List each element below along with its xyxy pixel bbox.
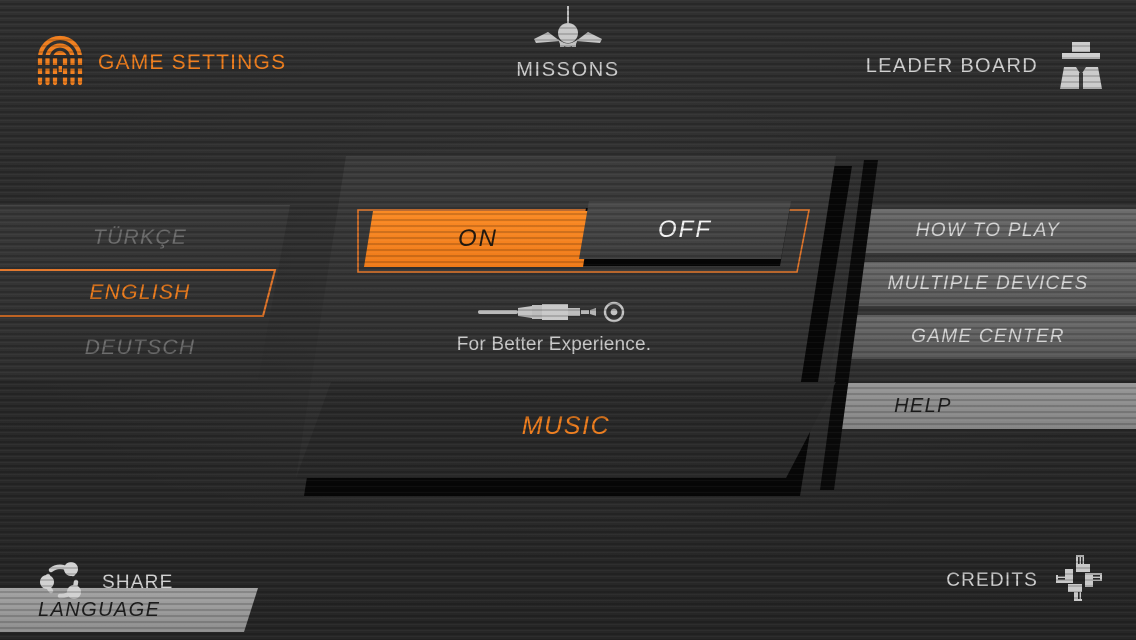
game-settings-screen: GAME SETTINGS MISSONS LEADER BOARD TÜRKÇ… (0, 0, 1136, 640)
audio-jack-icon (476, 300, 636, 329)
help-option-multiple-devices[interactable]: MULTIPLE DEVICES (854, 262, 1136, 306)
help-panel-header[interactable]: HELP (836, 383, 1136, 429)
music-caption: For Better Experience. (456, 334, 652, 355)
spy-agent-icon (1054, 36, 1108, 97)
help-option-label: HOW TO PLAY (915, 220, 1061, 241)
help-option-how-to-play[interactable]: HOW TO PLAY (862, 209, 1136, 253)
language-selection-frame (0, 267, 278, 317)
missions-label: MISSONS (516, 59, 620, 81)
credits-nav-item[interactable]: CREDITS (946, 553, 1104, 608)
help-header-label: HELP (894, 394, 952, 417)
music-panel-title: MUSIC (521, 412, 611, 440)
teamwork-hands-icon (1054, 553, 1104, 608)
leader-board-nav-item[interactable]: LEADER BOARD (866, 36, 1108, 97)
music-panel: ON OFF For Better Experience. MUSIC (296, 156, 852, 496)
music-on-label: ON (458, 225, 498, 252)
airplane-icon (522, 6, 614, 57)
language-panel: TÜRKÇE ENGLISH DEUTSCH LANGUAGE (0, 205, 290, 632)
help-panel: HOW TO PLAY MULTIPLE DEVICES GAME CENTER… (828, 205, 1136, 429)
language-option-deutsch[interactable]: DEUTSCH (0, 321, 290, 375)
language-option-label: TÜRKÇE (92, 226, 188, 249)
top-navigation-bar: GAME SETTINGS MISSONS LEADER BOARD (0, 0, 1136, 120)
language-option-turkce[interactable]: TÜRKÇE (0, 211, 290, 265)
help-option-game-center[interactable]: GAME CENTER (846, 315, 1136, 359)
help-option-label: GAME CENTER (911, 326, 1065, 347)
leader-board-label: LEADER BOARD (865, 55, 1038, 77)
share-nav-item[interactable]: SHARE (38, 557, 173, 608)
credits-label: CREDITS (946, 569, 1038, 591)
share-label: SHARE (102, 571, 174, 593)
music-off-button[interactable]: OFF (579, 201, 791, 259)
music-off-label: OFF (658, 216, 712, 243)
share-icon (38, 557, 84, 608)
help-option-label: MULTIPLE DEVICES (887, 273, 1089, 294)
language-option-label: DEUTSCH (84, 336, 196, 359)
music-toggle-group: ON OFF (354, 201, 814, 276)
audio-jack-icon-wrap (296, 300, 816, 329)
music-on-button[interactable]: ON (364, 211, 592, 267)
